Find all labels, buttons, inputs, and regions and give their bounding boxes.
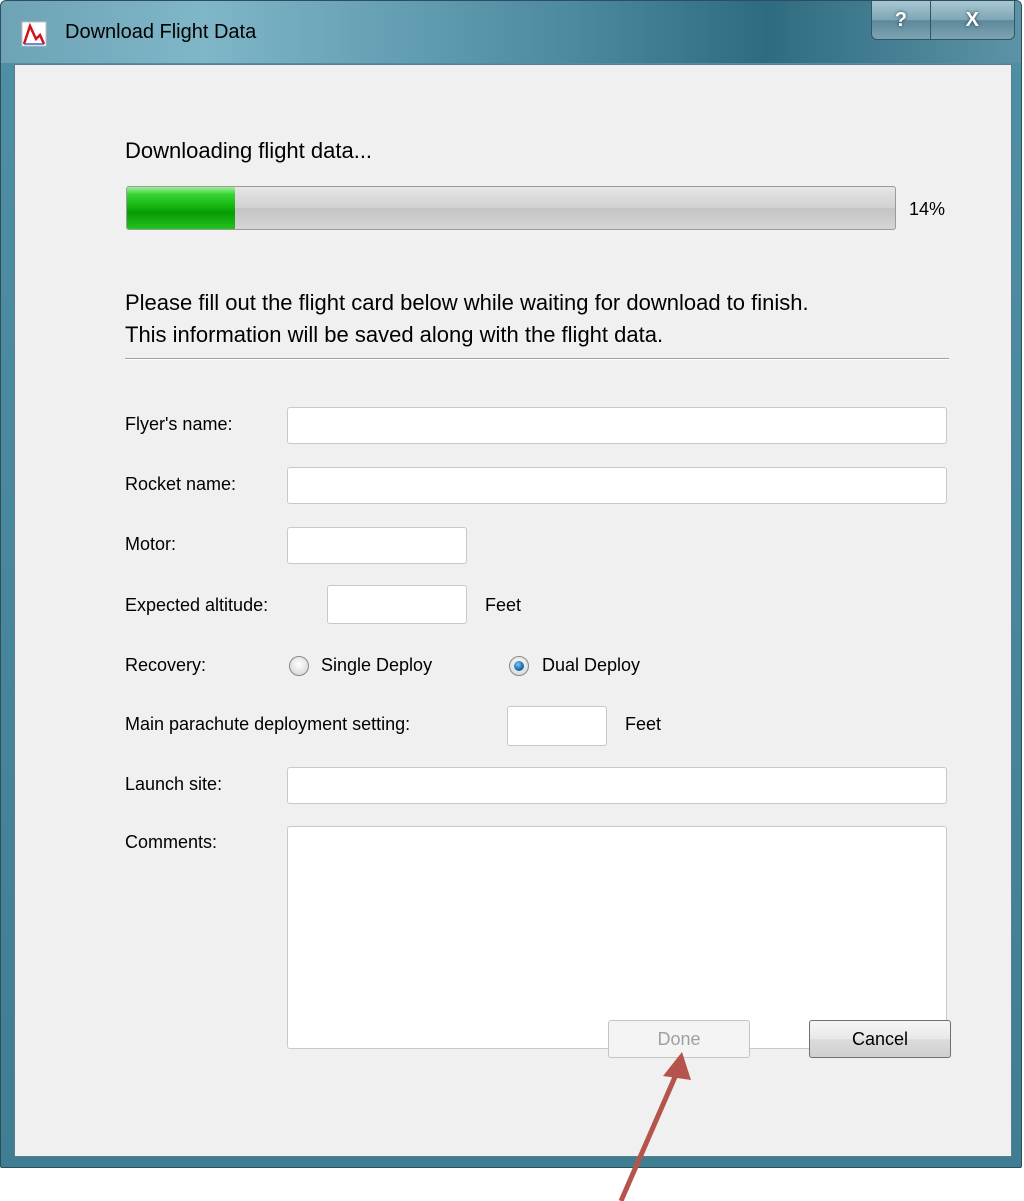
dual-deploy-radio[interactable]	[509, 656, 529, 676]
progress-fill	[127, 187, 235, 229]
help-button[interactable]: ?	[872, 1, 931, 39]
caption-buttons: ? X	[871, 1, 1015, 40]
rocket-name-label: Rocket name:	[125, 474, 237, 494]
instructions-line-1: Please fill out the flight card below wh…	[125, 290, 809, 315]
main-chute-label: Main parachute deployment setting:	[125, 714, 411, 734]
annotation-arrow-icon	[618, 1052, 691, 1201]
window-title: Download Flight Data	[65, 21, 257, 43]
launch-site-input[interactable]	[287, 767, 947, 804]
close-button[interactable]: X	[930, 1, 1014, 39]
title-bar[interactable]: Download Flight Data ? X	[1, 1, 1021, 63]
flyers-name-input[interactable]	[287, 407, 947, 444]
download-progress-bar	[126, 186, 896, 230]
launch-site-label: Launch site:	[125, 774, 223, 794]
comments-textarea[interactable]	[287, 826, 947, 1049]
expected-altitude-unit: Feet	[485, 595, 522, 615]
divider	[125, 358, 949, 360]
single-deploy-label[interactable]: Single Deploy	[321, 655, 432, 676]
main-chute-input[interactable]	[507, 706, 607, 746]
cancel-button[interactable]: Cancel	[809, 1020, 951, 1058]
single-deploy-radio[interactable]	[289, 656, 309, 676]
progress-percent: 14%	[909, 199, 946, 219]
rocket-name-input[interactable]	[287, 467, 947, 504]
motor-label: Motor:	[125, 534, 177, 554]
instructions-line-2: This information will be saved along wit…	[125, 322, 664, 347]
recovery-label: Recovery:	[125, 655, 207, 675]
flyers-name-label: Flyer's name:	[125, 414, 233, 434]
dialog-window: Download Flight Data ? X Downloading fli…	[0, 0, 1022, 1168]
dual-deploy-label[interactable]: Dual Deploy	[542, 655, 640, 676]
expected-altitude-label: Expected altitude:	[125, 595, 269, 615]
dialog-client-area: Downloading flight data... 14% Please fi…	[14, 64, 1012, 1157]
main-chute-unit: Feet	[625, 714, 662, 734]
progress-label: Downloading flight data...	[125, 138, 373, 163]
comments-label: Comments:	[125, 832, 218, 852]
expected-altitude-input[interactable]	[327, 585, 467, 624]
motor-input[interactable]	[287, 527, 467, 564]
app-icon	[21, 21, 47, 47]
